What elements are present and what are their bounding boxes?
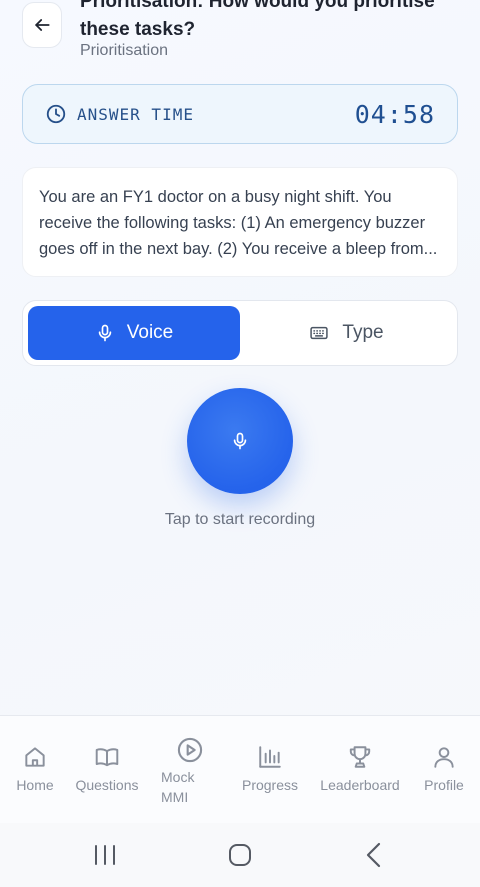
bottom-nav: Home Questions Mock MMI Progress Leaderb… — [0, 715, 480, 823]
back-button[interactable] — [22, 2, 62, 48]
timer-label: ANSWER TIME — [77, 104, 194, 124]
microphone-icon — [98, 324, 111, 342]
keyboard-icon — [310, 326, 329, 340]
voice-mode-label: Voice — [126, 322, 174, 343]
nav-profile-label: Profile — [424, 777, 464, 793]
nav-mock-mmi[interactable]: Mock MMI — [156, 716, 224, 824]
clock-icon — [46, 104, 66, 124]
page-subtitle: Prioritisation — [80, 42, 169, 59]
arrow-left-icon — [35, 19, 50, 31]
nav-questions-label: Questions — [75, 777, 139, 793]
nav-profile[interactable]: Profile — [418, 716, 470, 824]
record-button[interactable] — [187, 388, 293, 494]
user-icon — [434, 747, 454, 768]
nav-leaderboard[interactable]: Leaderboard — [316, 716, 404, 824]
page-title: Prioritisation: How would you prioritise… — [80, 0, 435, 40]
type-mode-label: Type — [342, 322, 384, 343]
home-button-icon[interactable] — [226, 841, 254, 869]
home-icon — [25, 747, 45, 767]
voice-mode-button[interactable]: Voice — [28, 306, 240, 360]
play-circle-icon — [177, 737, 203, 763]
microphone-icon — [233, 432, 247, 450]
system-nav-bar — [0, 823, 480, 887]
nav-home-label: Home — [16, 777, 54, 793]
nav-mock-mmi-label: Mock MMI — [161, 769, 195, 805]
system-back-icon[interactable] — [362, 841, 386, 869]
scenario-card[interactable]: You are an FY1 doctor on a busy night sh… — [22, 167, 458, 277]
bar-chart-icon — [259, 746, 281, 768]
answer-mode-toggle: Voice Type — [22, 300, 458, 366]
book-icon — [95, 748, 119, 767]
nav-progress-label: Progress — [241, 777, 299, 793]
type-mode-button[interactable]: Type — [240, 306, 452, 360]
recent-apps-icon[interactable] — [92, 841, 118, 869]
nav-home[interactable]: Home — [10, 716, 60, 824]
timer-value: 04:58 — [354, 99, 435, 129]
nav-progress[interactable]: Progress — [236, 716, 304, 824]
header: Prioritisation: How would you prioritise… — [0, 0, 480, 70]
scenario-text: You are an FY1 doctor on a busy night sh… — [39, 188, 438, 258]
nav-leaderboard-label: Leaderboard — [320, 777, 400, 793]
record-hint: Tap to start recording — [164, 511, 316, 528]
trophy-icon — [349, 746, 371, 768]
nav-questions[interactable]: Questions — [72, 716, 142, 824]
answer-timer: ANSWER TIME 04:58 — [22, 84, 458, 144]
app-screen: Prioritisation: How would you prioritise… — [0, 0, 480, 887]
